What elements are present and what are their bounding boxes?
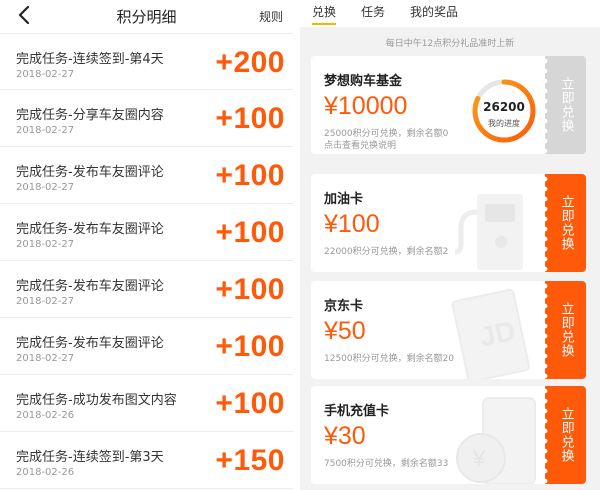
prize-price: ¥30 (324, 422, 366, 450)
redeem-button-phone-topup[interactable]: 立即兑换 (541, 386, 586, 484)
prize-description: 22000积分可兑换，剩余名额2 (324, 247, 449, 257)
prize-name: 加油卡 (324, 192, 364, 207)
record-date: 2018-02-26 (16, 467, 75, 478)
record-points: +200 (215, 46, 285, 79)
prize-price: ¥50 (324, 317, 366, 345)
redeem-button-car-fund[interactable]: 立即兑换 (541, 56, 586, 154)
prize-card-jd[interactable]: JD 京东卡 ¥50 12500积分可兑换，剩余名额20 (311, 281, 555, 379)
points-record[interactable]: 完成任务-成功发布图文内容 2018-02-26 +100 (0, 375, 293, 432)
record-date: 2018-02-27 (16, 125, 75, 136)
tab-tasks[interactable]: 任务 (361, 3, 385, 25)
prize-card-car-fund[interactable]: 梦想购车基金 ¥10000 25000积分可兑换，剩余名额0 点击查看兑换说明 … (311, 56, 555, 154)
prize-name: 手机充值卡 (324, 404, 390, 419)
record-date: 2018-02-27 (16, 353, 75, 364)
record-points: +100 (215, 102, 285, 135)
redeem-button-label: 立即兑换 (558, 77, 574, 133)
record-title: 完成任务-连续签到-第3天 (16, 450, 164, 465)
progress-label: 我的进度 (488, 119, 520, 128)
prize-description: 12500积分可兑换，剩余名额20 (324, 354, 455, 364)
record-points: +100 (215, 330, 285, 363)
progress-value: 26200 (483, 100, 525, 114)
record-title: 完成任务-发布车友圈评论 (16, 222, 164, 237)
redeem-button-label: 立即兑换 (558, 407, 574, 463)
tab-redeem[interactable]: 兑换 (312, 3, 337, 25)
record-points: +150 (215, 444, 285, 477)
redeem-panel: 兑换 任务 我的奖品 每日中午12点积分礼品准时上新 梦想购车基金 ¥10000… (300, 0, 600, 490)
prize-price: ¥10000 (324, 92, 408, 120)
record-title: 完成任务-成功发布图文内容 (16, 393, 177, 408)
prize-name: 京东卡 (324, 299, 364, 314)
phone-icon: ¥ (456, 397, 536, 484)
points-detail-panel: 积分明细 规则 完成任务-连续签到-第4天 2018-02-27 +200 完成… (0, 0, 293, 490)
record-title: 完成任务-发布车友圈评论 (16, 165, 164, 180)
rules-link[interactable]: 规则 (259, 8, 283, 25)
record-points: +100 (215, 387, 285, 420)
record-date: 2018-02-27 (16, 296, 75, 307)
redeem-button-fuel[interactable]: 立即兑换 (541, 174, 586, 272)
record-title: 完成任务-连续签到-第4天 (16, 52, 164, 67)
points-record[interactable]: 完成任务-发布车友圈评论 2018-02-27 +100 (0, 147, 293, 204)
jd-watermark-text: JD (477, 315, 518, 353)
daily-notice: 每日中午12点积分礼品准时上新 (385, 39, 515, 49)
svg-text:¥: ¥ (472, 446, 486, 471)
prize-card-fuel[interactable]: 加油卡 ¥100 22000积分可兑换，剩余名额2 (311, 174, 555, 272)
yuan-coin-icon (456, 433, 506, 483)
record-title: 完成任务-分享车友圈内容 (16, 108, 164, 123)
points-record[interactable]: 完成任务-连续签到-第3天 2018-02-26 +150 (0, 432, 293, 489)
points-record[interactable]: 完成任务-连续签到-第4天 2018-02-27 +200 (0, 33, 293, 90)
points-record[interactable]: 完成任务-分享车友圈内容 2018-02-27 +100 (0, 90, 293, 147)
points-record[interactable]: 完成任务-发布车友圈评论 2018-02-27 +100 (0, 204, 293, 261)
record-title: 完成任务-发布车友圈评论 (16, 279, 164, 294)
points-record-list: 完成任务-连续签到-第4天 2018-02-27 +200 完成任务-分享车友圈… (0, 33, 293, 489)
prize-name: 梦想购车基金 (324, 74, 403, 89)
record-date: 2018-02-27 (16, 239, 75, 250)
redeem-button-jd[interactable]: 立即兑换 (541, 281, 586, 379)
redeem-button-label: 立即兑换 (558, 302, 574, 358)
prize-card-phone-topup[interactable]: ¥ 手机充值卡 ¥30 7500积分可兑换，剩余名额33 (311, 386, 555, 484)
record-points: +100 (215, 159, 285, 192)
record-points: +100 (215, 216, 285, 249)
record-date: 2018-02-26 (16, 410, 75, 421)
redeem-button-label: 立即兑换 (558, 195, 574, 251)
tab-my-prizes[interactable]: 我的奖品 (410, 3, 458, 25)
record-date: 2018-02-27 (16, 69, 75, 80)
prize-price: ¥100 (324, 210, 380, 238)
record-points: +100 (215, 273, 285, 306)
record-title: 完成任务-发布车友圈评论 (16, 336, 164, 351)
tab-bar: 兑换 任务 我的奖品 (300, 0, 600, 27)
points-detail-header: 积分明细 规则 (0, 0, 293, 30)
points-record[interactable]: 完成任务-发布车友圈评论 2018-02-27 +100 (0, 318, 293, 375)
prize-description: 7500积分可兑换，剩余名额33 (324, 459, 449, 469)
page-title: 积分明细 (116, 8, 177, 26)
record-date: 2018-02-27 (16, 182, 75, 193)
points-record[interactable]: 完成任务-发布车友圈评论 2018-02-27 +100 (0, 261, 293, 318)
jd-card-icon: JD (451, 288, 530, 379)
redeem-instructions-link[interactable]: 点击查看兑换说明 (324, 138, 396, 151)
